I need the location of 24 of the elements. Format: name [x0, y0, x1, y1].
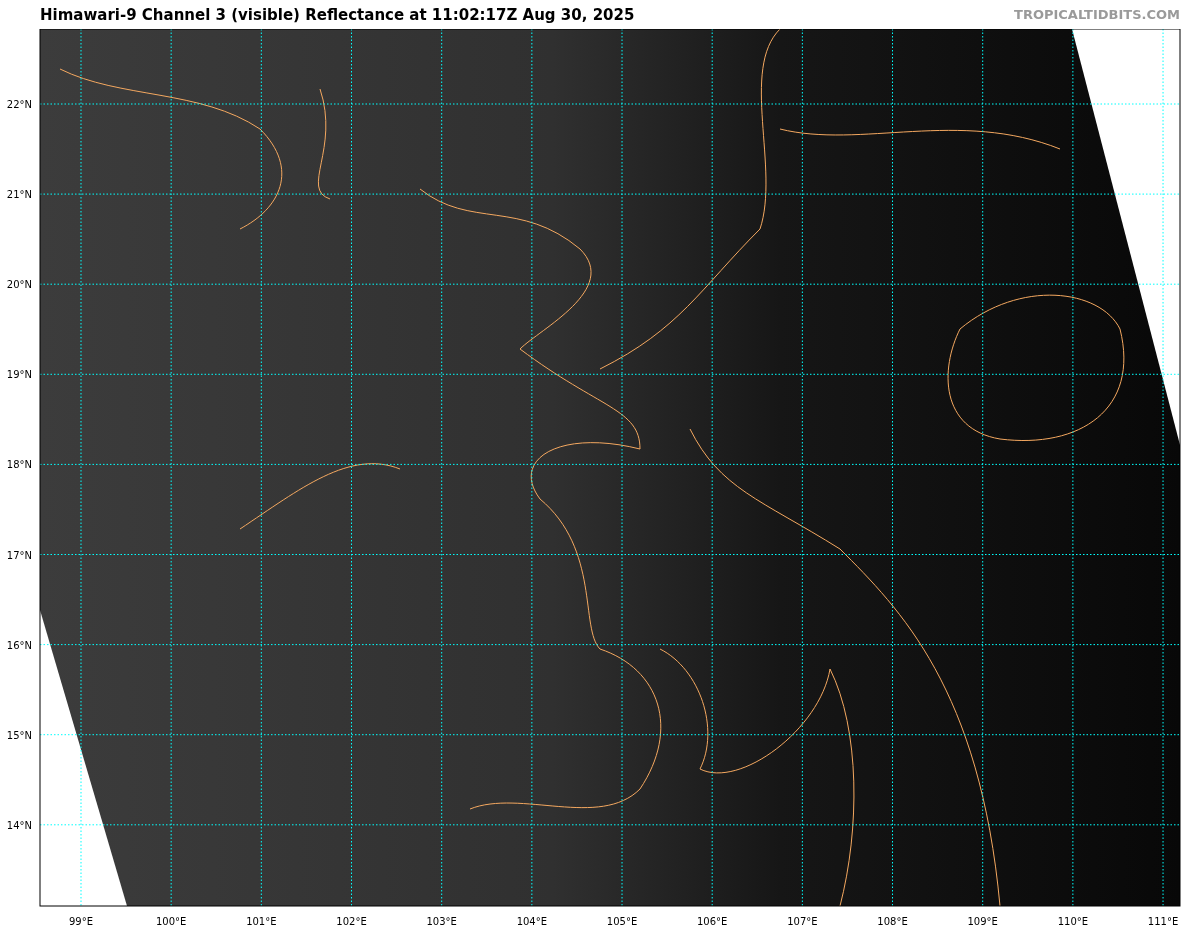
longitude-label: 101°E — [246, 916, 277, 927]
latitude-label: 19°N — [6, 369, 32, 381]
longitude-label: 99°E — [69, 916, 93, 927]
latitude-label: 22°N — [6, 99, 32, 110]
longitude-label: 110°E — [1057, 916, 1089, 927]
latitude-label: 21°N — [6, 189, 32, 201]
longitude-label: 108°E — [877, 916, 908, 927]
latitude-label: 20°N — [6, 279, 32, 291]
longitude-label: 106°E — [697, 916, 728, 927]
latitude-label: 14°N — [6, 819, 32, 831]
longitude-label: 104°E — [516, 916, 548, 927]
map-title: Himawari-9 Channel 3 (visible) Reflectance at 11:02:17Z Aug 30, 2025 — [40, 5, 635, 24]
latitude-label: 15°N — [6, 729, 32, 741]
longitude-label: 107°E — [787, 916, 818, 927]
longitude-label: 105°E — [606, 916, 638, 927]
longitude-label: 111°E — [1147, 916, 1179, 927]
longitude-label: 100°E — [155, 916, 187, 927]
latitude-label: 17°N — [6, 549, 32, 561]
longitude-label: 102°E — [336, 916, 367, 927]
longitude-label: 103°E — [426, 916, 457, 927]
latitude-label: 16°N — [6, 639, 32, 651]
site-credit: TROPICALTIDBITS.COM — [1014, 7, 1180, 22]
longitude-label: 109°E — [967, 916, 998, 927]
latitude-label: 18°N — [6, 459, 32, 471]
